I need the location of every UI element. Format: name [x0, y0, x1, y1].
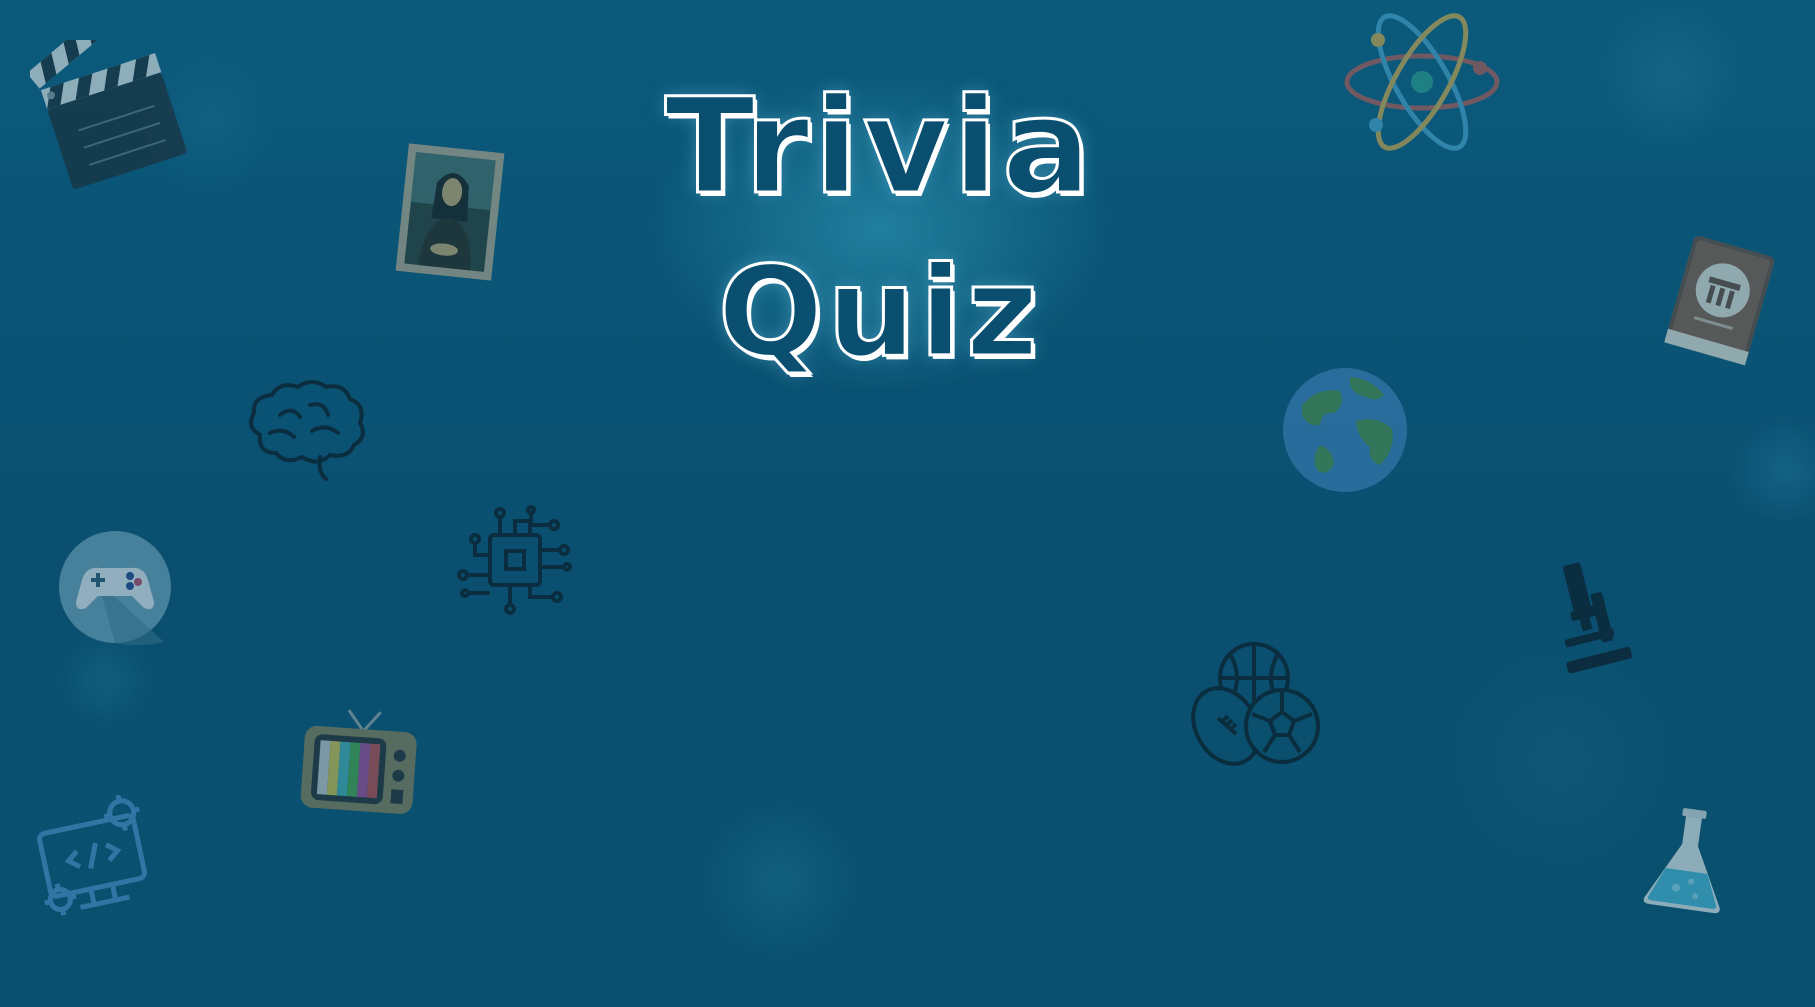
circuit-chip-icon — [455, 505, 575, 615]
game-controller-icon — [58, 530, 173, 645]
home-screen: Trivia Quiz — [0, 0, 1815, 1007]
microscope-icon — [1545, 555, 1635, 675]
clapperboard-icon — [30, 40, 190, 190]
chemistry-flask-icon — [1640, 805, 1735, 915]
title-line-2: Quiz — [716, 241, 1043, 386]
globe-icon — [1280, 365, 1410, 495]
title-line-1: Trivia — [663, 70, 1096, 225]
history-book-icon — [1660, 230, 1780, 370]
atom-icon — [1340, 10, 1505, 155]
programming-monitor-icon — [35, 795, 160, 925]
television-icon — [295, 705, 425, 825]
brain-icon — [240, 375, 370, 485]
sports-balls-icon — [1190, 640, 1320, 770]
game-title: Trivia Quiz — [560, 70, 1200, 386]
mona-lisa-painting-icon — [390, 140, 510, 285]
